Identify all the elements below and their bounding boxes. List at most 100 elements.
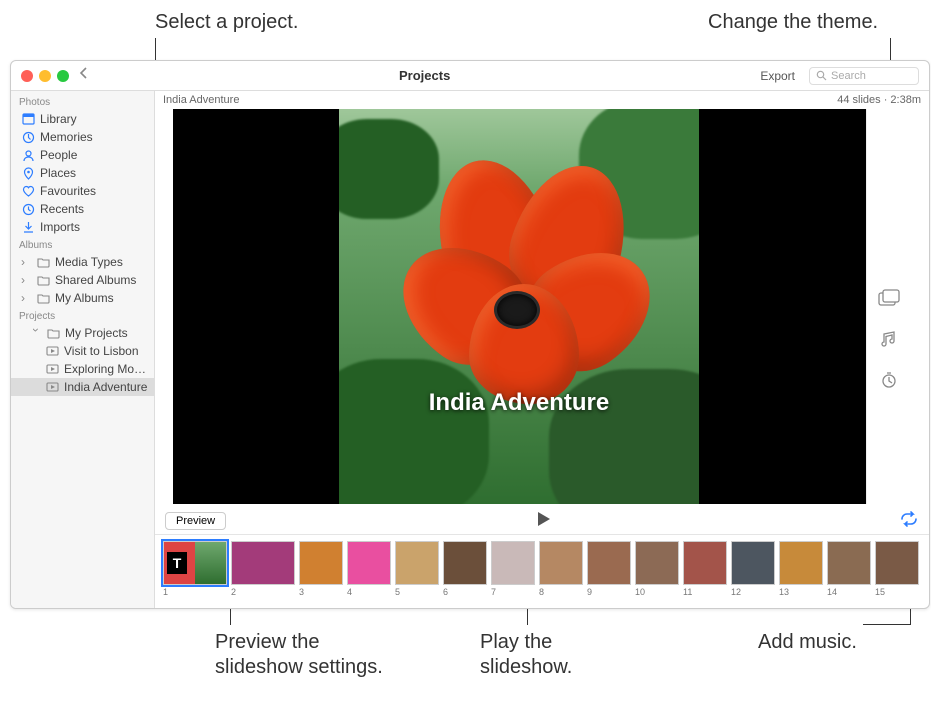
sidebar-item-india-adventure[interactable]: India Adventure [11, 378, 154, 396]
sidebar-item-favourites[interactable]: Favourites [11, 182, 154, 200]
music-icon [880, 330, 898, 348]
sidebar-item-media-types[interactable]: › Media Types [11, 253, 154, 271]
sidebar-item-people[interactable]: People [11, 146, 154, 164]
sidebar-item-memories[interactable]: Memories [11, 128, 154, 146]
thumbnail-number: 8 [539, 587, 544, 597]
play-button[interactable] [534, 510, 552, 533]
memories-icon [21, 131, 35, 144]
thumbnail[interactable]: 7 [491, 541, 535, 597]
thumbnail-number: 11 [683, 587, 692, 597]
thumbnail-number: 9 [587, 587, 592, 597]
sidebar-item-exploring-more[interactable]: Exploring Mor… [11, 360, 154, 378]
sidebar-item-visit-to-lisbon[interactable]: Visit to Lisbon [11, 342, 154, 360]
thumbnail[interactable]: 3 [299, 541, 343, 597]
thumbnail[interactable]: T1 [163, 541, 227, 597]
export-button[interactable]: Export [760, 69, 795, 83]
right-toolbar [866, 109, 912, 504]
favourites-icon [21, 185, 35, 198]
search-icon [816, 70, 827, 81]
thumbnail-number: 4 [347, 587, 352, 597]
playback-controls: Preview [155, 508, 929, 534]
thumbnail-number: 6 [443, 587, 448, 597]
thumbnail-number: 5 [395, 587, 400, 597]
sidebar-item-places[interactable]: Places [11, 164, 154, 182]
folder-icon [36, 275, 50, 286]
thumbnail[interactable]: 6 [443, 541, 487, 597]
sidebar-item-shared-albums[interactable]: › Shared Albums [11, 271, 154, 289]
folder-icon [46, 328, 60, 339]
thumbnail[interactable]: 11 [683, 541, 727, 597]
preview-button[interactable]: Preview [165, 512, 226, 530]
thumbnail[interactable]: 14 [827, 541, 871, 597]
chevron-down-icon: › [29, 328, 43, 338]
recents-icon [21, 203, 35, 216]
sidebar-section-photos: Photos [11, 93, 154, 110]
thumbnail-number: 3 [299, 587, 304, 597]
slideshow-icon [45, 346, 59, 356]
thumbnail[interactable]: 13 [779, 541, 823, 597]
play-icon [534, 510, 552, 528]
places-icon [21, 167, 35, 180]
duration-button[interactable] [880, 371, 898, 394]
main-content: India Adventure 44 slides · 2:38m [155, 91, 929, 608]
sidebar-item-recents[interactable]: Recents [11, 200, 154, 218]
slideshow-icon [45, 382, 59, 392]
thumbnail-number: 14 [827, 587, 837, 597]
thumbnail[interactable]: 2 [231, 541, 295, 597]
slideshow-canvas: India Adventure [173, 109, 866, 504]
thumbnail[interactable]: 4 [347, 541, 391, 597]
thumbnail[interactable]: 8 [539, 541, 583, 597]
slide-count-label: 44 slides · 2:38m [837, 94, 921, 106]
thumbnail-number: 13 [779, 587, 789, 597]
callout-preview-settings: Preview theslideshow settings. [215, 630, 383, 680]
folder-icon [36, 293, 50, 304]
thumbnail-number: 2 [231, 587, 236, 597]
imports-icon [21, 221, 35, 234]
thumbnail[interactable]: 9 [587, 541, 631, 597]
search-field[interactable]: Search [809, 67, 919, 85]
sidebar-item-my-albums[interactable]: › My Albums [11, 289, 154, 307]
back-button[interactable] [79, 66, 89, 85]
timer-icon [880, 371, 898, 389]
callout-change-theme: Change the theme. [708, 10, 878, 35]
filmstrip[interactable]: T123456789101112131415 ＋ [155, 534, 929, 608]
minimize-window-button[interactable] [39, 70, 51, 82]
people-icon [21, 149, 35, 162]
callout-add-music: Add music. [758, 630, 857, 655]
thumbnail-number: 7 [491, 587, 496, 597]
theme-icon [878, 289, 900, 307]
close-window-button[interactable] [21, 70, 33, 82]
thumbnail[interactable]: 15 [875, 541, 919, 597]
chevron-right-icon: › [21, 255, 31, 269]
title-slide-badge: T [167, 552, 187, 574]
maximize-window-button[interactable] [57, 70, 69, 82]
thumbnail[interactable]: 10 [635, 541, 679, 597]
loop-button[interactable] [899, 511, 919, 532]
library-icon [21, 113, 35, 125]
theme-button[interactable] [878, 289, 900, 312]
titlebar: Projects Export Search [11, 61, 929, 91]
window-title: Projects [95, 68, 754, 83]
thumbnail-number: 12 [731, 587, 741, 597]
sidebar-item-imports[interactable]: Imports [11, 218, 154, 236]
project-name-label: India Adventure [163, 94, 239, 106]
current-slide: India Adventure [339, 109, 699, 504]
app-window: Projects Export Search Photos Library Me… [10, 60, 930, 609]
sidebar: Photos Library Memories People Places Fa… [11, 91, 155, 608]
sidebar-item-my-projects[interactable]: › My Projects [11, 324, 154, 342]
sidebar-section-projects: Projects [11, 307, 154, 324]
thumbnail-number: 15 [875, 587, 885, 597]
thumbnail[interactable]: 12 [731, 541, 775, 597]
chevron-right-icon: › [21, 291, 31, 305]
loop-icon [899, 511, 919, 527]
thumbnail-number: 10 [635, 587, 645, 597]
chevron-right-icon: › [21, 273, 31, 287]
folder-icon [36, 257, 50, 268]
slide-title-overlay: India Adventure [339, 389, 699, 417]
slideshow-icon [45, 364, 59, 374]
thumbnail-number: 1 [163, 587, 168, 597]
thumbnail[interactable]: 5 [395, 541, 439, 597]
music-button[interactable] [880, 330, 898, 353]
sidebar-item-library[interactable]: Library [11, 110, 154, 128]
sidebar-section-albums: Albums [11, 236, 154, 253]
